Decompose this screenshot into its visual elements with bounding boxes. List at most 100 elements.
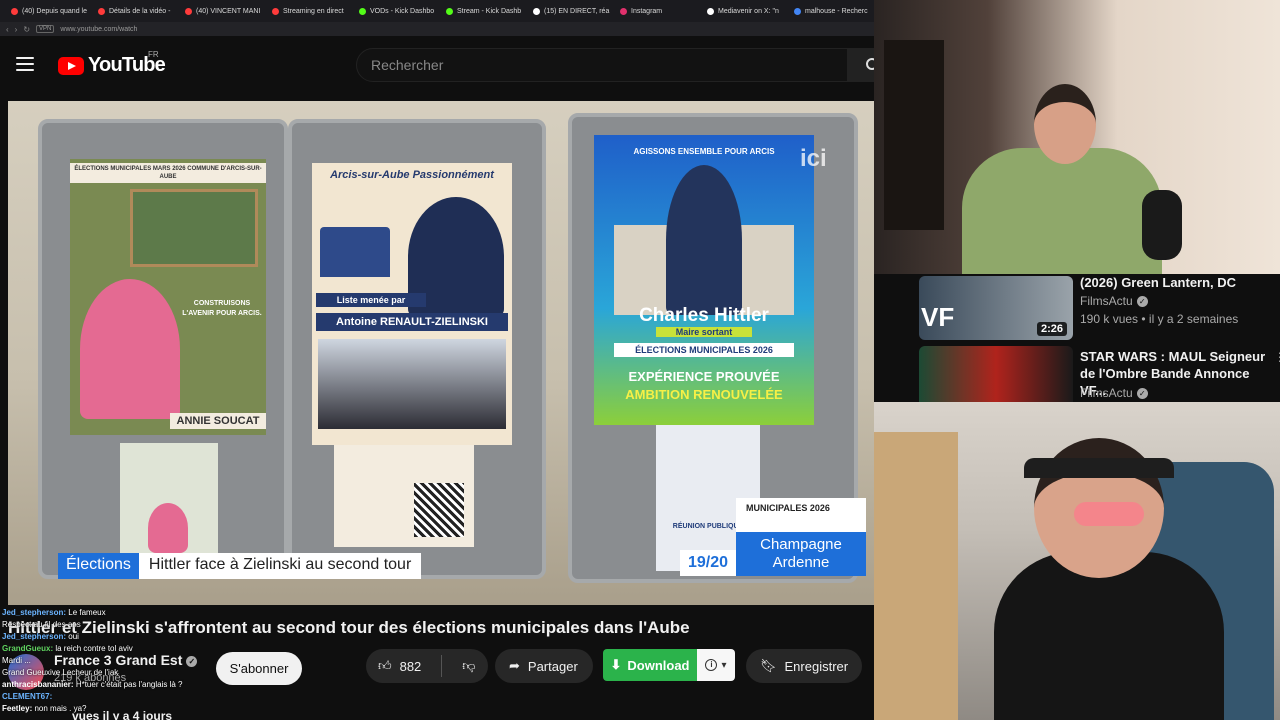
- browser-tab[interactable]: malhouse - Recherc: [789, 2, 874, 20]
- webcam-bottom: [874, 402, 1280, 720]
- verified-icon: ✓: [1136, 388, 1148, 400]
- browser-tab[interactable]: Streaming en direct: [267, 2, 352, 20]
- candidate-figure: [666, 165, 742, 315]
- vpn-badge[interactable]: VPN: [36, 25, 55, 33]
- hamburger-menu-icon[interactable]: [16, 57, 34, 71]
- recommendation-meta: 190 k vues • il y a 2 semaines: [1080, 312, 1239, 326]
- youtube-logo[interactable]: YouTube FR: [58, 50, 166, 77]
- browser-tab[interactable]: Détails de la vidéo -: [93, 2, 178, 20]
- browser-tab[interactable]: Mediavenir on X: "n: [702, 2, 787, 20]
- news-corner-badge: MUNICIPALES 2026 Champagne Ardenne 19/20: [680, 498, 866, 578]
- search-button[interactable]: [848, 48, 878, 82]
- cam-headphones: [1024, 458, 1174, 478]
- like-button[interactable]: 👍︎ 882: [366, 649, 433, 683]
- browser-tab[interactable]: (40) VINCENT MANI: [180, 2, 265, 20]
- share-label: Partager: [527, 658, 578, 674]
- chat-message: CLEMENT67:: [2, 692, 53, 701]
- recommendation-item[interactable]: VF 2:26 (2026) Green Lantern, DC FilmsAc…: [874, 274, 1280, 340]
- chat-message: Feetley: non mais . ya?: [2, 704, 87, 713]
- poster-renault-zielinski: Arcis-sur-Aube Passionnément Liste menée…: [312, 163, 512, 445]
- back-icon[interactable]: ‹: [6, 25, 9, 34]
- cam-microphone: [1142, 190, 1182, 260]
- poster-role: Maire sortant: [656, 327, 752, 337]
- forward-icon[interactable]: ›: [15, 25, 18, 34]
- poster-candidate-name: Antoine RENAULT-ZIELINSKI: [316, 313, 508, 331]
- video-duration: 2:26: [1036, 322, 1067, 336]
- more-options-icon[interactable]: ⋮: [1274, 350, 1280, 364]
- poster-annie-soucat: ÉLECTIONS MUNICIPALES MARS 2026 COMMUNE …: [70, 159, 266, 435]
- thumbnail-overlay-text: VF: [921, 302, 955, 332]
- download-options-button[interactable]: i ▾: [697, 649, 735, 681]
- poster-team-photo: [318, 339, 506, 429]
- edition-badge: 19/20: [680, 550, 736, 576]
- recommendation-thumbnail[interactable]: VF 2:26: [919, 276, 1073, 340]
- tab-label: Stream - Kick Dashb: [457, 7, 522, 15]
- chat-message: Mardi ...: [2, 656, 31, 665]
- browser-tab[interactable]: VODs - Kick Dashbo: [354, 2, 439, 20]
- browser-tab[interactable]: (15) EN DIRECT, réa: [528, 2, 613, 20]
- screen: (40) Depuis quand le Détails de la vidéo…: [0, 0, 1280, 720]
- thumbs-up-icon: 👍︎: [378, 658, 392, 673]
- tab-label: (15) EN DIRECT, réa: [544, 7, 610, 15]
- thumbs-down-icon: 👎︎: [462, 658, 476, 673]
- recommendations-list: VF 2:26 (2026) Green Lantern, DC FilmsAc…: [874, 274, 1280, 410]
- tab-label: Détails de la vidéo -: [109, 7, 171, 15]
- tab-label: VODs - Kick Dashbo: [370, 7, 435, 15]
- qr-code: [414, 483, 464, 537]
- video-player[interactable]: ÉLECTIONS MUNICIPALES MARS 2026 COMMUNE …: [8, 101, 874, 605]
- cam-person-head: [1034, 84, 1096, 164]
- reload-icon[interactable]: ↻: [23, 25, 30, 34]
- like-dislike-group: 👍︎ 882 👎︎: [366, 649, 488, 683]
- tab-label: Streaming en direct: [283, 7, 344, 15]
- divider: [441, 655, 443, 677]
- region-code: FR: [148, 50, 159, 59]
- share-button[interactable]: ➦ Partager: [495, 649, 593, 683]
- browser-tab[interactable]: Stream - Kick Dashb: [441, 2, 526, 20]
- webcam-top: [874, 0, 1280, 274]
- poster-qr: [334, 445, 474, 547]
- candidate-figure-small: [148, 503, 188, 553]
- municipales-badge: MUNICIPALES 2026: [736, 498, 866, 532]
- region-badge: Champagne Ardenne: [736, 532, 866, 576]
- browser-tab[interactable]: (40) Depuis quand le: [6, 2, 91, 20]
- tab-label: Mediavenir on X: "n: [718, 7, 779, 15]
- dislike-button[interactable]: 👎︎: [450, 649, 487, 683]
- save-label: Enregistrer: [784, 658, 849, 674]
- recommendation-title[interactable]: (2026) Green Lantern, DC: [1080, 274, 1270, 291]
- like-count: 882: [399, 658, 422, 674]
- tab-favicon-icon: [185, 7, 192, 15]
- verified-icon: ✓: [1136, 296, 1148, 308]
- poster-small-left: [120, 443, 218, 553]
- cam-glasses: [1074, 502, 1144, 526]
- search-box: [356, 48, 848, 82]
- address-bar: ‹ › ↻ VPN www.youtube.com/watch: [0, 22, 874, 36]
- share-icon: ➦: [509, 658, 520, 673]
- poster-header: Arcis-sur-Aube Passionnément: [330, 169, 494, 181]
- channel-watermark: ici: [800, 145, 827, 172]
- tab-favicon-icon: [620, 7, 627, 15]
- chat-message: GrandGueux: la reich contre tol aviv: [2, 644, 133, 653]
- tab-favicon-icon: [794, 7, 801, 15]
- poster-header: ÉLECTIONS MUNICIPALES MARS 2026 COMMUNE …: [70, 163, 266, 183]
- cam-door: [874, 432, 958, 720]
- chat-message: anthracisbananier: H*tuer c'était pas l'…: [2, 680, 183, 689]
- cam-person-body: [962, 148, 1162, 274]
- poster-election: ÉLECTIONS MUNICIPALES 2026: [614, 343, 794, 357]
- url-field[interactable]: www.youtube.com/watch: [60, 26, 137, 33]
- save-button[interactable]: 🔖︎ Enregistrer: [746, 649, 862, 683]
- search-input[interactable]: [371, 57, 831, 73]
- tab-favicon-icon: [359, 7, 366, 15]
- cam-shelf: [884, 40, 944, 230]
- poster-slogan-1: EXPÉRIENCE PROUVÉE: [628, 369, 780, 384]
- tab-favicon-icon: [533, 7, 540, 15]
- stream-chat-overlay: Jed_stepherson: Le fameux Respect au fil…: [2, 607, 242, 715]
- poster-group-photo: [130, 189, 258, 267]
- recommendation-channel[interactable]: FilmsActu ✓: [1080, 294, 1148, 308]
- recommendation-thumbnail[interactable]: [919, 346, 1073, 410]
- recommendation-channel[interactable]: FilmsActu ✓: [1080, 386, 1148, 400]
- recommendation-item[interactable]: STAR WARS : MAUL Seigneur de l'Ombre Ban…: [874, 346, 1280, 410]
- browser-tab[interactable]: Instagram: [615, 2, 700, 20]
- download-button[interactable]: ⬇ Download: [603, 649, 697, 681]
- poster-slogan: CONSTRUISONS L'AVENIR POUR ARCIS.: [182, 300, 262, 317]
- tab-label: (40) Depuis quand le: [22, 7, 87, 15]
